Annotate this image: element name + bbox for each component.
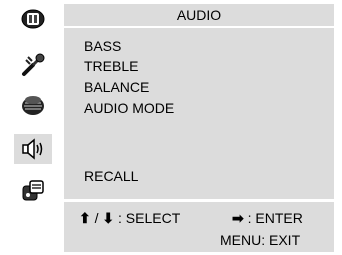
select-label: : SELECT <box>118 210 181 226</box>
right-arrow-icon: ➡ <box>232 210 244 226</box>
menu-item-balance[interactable]: BALANCE <box>84 79 149 95</box>
enter-hint: ➡ : ENTER <box>232 210 303 226</box>
arrow-separator: / <box>94 210 99 226</box>
help-footer: ⬆ / ⬇ : SELECT ➡ : ENTER MENU: EXIT <box>64 202 334 252</box>
category-sidebar <box>0 0 64 255</box>
down-arrow-icon: ⬇ <box>102 210 115 226</box>
up-arrow-icon: ⬆ <box>79 210 91 226</box>
select-hint: ⬆ / ⬇ : SELECT <box>79 210 180 226</box>
menu-item-audio-mode[interactable]: AUDIO MODE <box>84 100 174 116</box>
menu-title: AUDIO <box>64 4 334 28</box>
menu-item-recall[interactable]: RECALL <box>84 168 138 184</box>
audio-menu-panel: AUDIO BASS TREBLE BALANCE AUDIO MODE REC… <box>64 4 334 199</box>
enter-label: : ENTER <box>247 210 303 226</box>
menu-item-bass[interactable]: BASS <box>84 38 121 54</box>
menu-item-treble[interactable]: TREBLE <box>84 58 138 74</box>
function-icon[interactable] <box>20 178 46 204</box>
audio-speaker-icon[interactable] <box>14 134 52 164</box>
picture-icon[interactable] <box>20 6 46 32</box>
speaker-grille-icon[interactable] <box>20 92 46 118</box>
menu-exit-hint: MENU: EXIT <box>220 232 301 248</box>
setup-wrench-icon[interactable] <box>20 52 46 78</box>
